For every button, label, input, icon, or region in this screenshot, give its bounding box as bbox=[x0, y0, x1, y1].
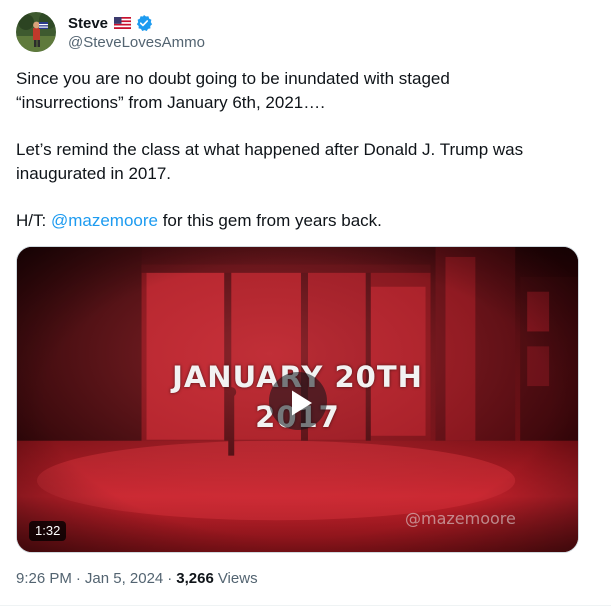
author-name-row: Steve bbox=[68, 13, 153, 33]
video-watermark: @mazemoore bbox=[405, 509, 516, 528]
tweet-card[interactable]: Steve @SteveLovesAmmo Since you are no d… bbox=[0, 0, 611, 607]
tweet-paragraph-3: H/T: @mazemoore for this gem from years … bbox=[16, 209, 591, 233]
play-button[interactable] bbox=[269, 372, 327, 430]
views-label: Views bbox=[217, 570, 258, 587]
tweet-line-3: Let’s remind the class at what happened … bbox=[16, 140, 524, 159]
avatar[interactable] bbox=[16, 12, 56, 52]
tweet-line-1: Since you are no doubt going to be inund… bbox=[16, 69, 450, 88]
tweet-text: Since you are no doubt going to be inund… bbox=[16, 67, 591, 233]
meta-separator: · bbox=[75, 570, 81, 587]
tweet-line-4: inaugurated in 2017. bbox=[16, 164, 172, 183]
ht-prefix: H/T: bbox=[16, 211, 51, 230]
avatar-image bbox=[16, 12, 56, 52]
divider bbox=[0, 605, 611, 606]
tweet-time[interactable]: 9:26 PM bbox=[16, 570, 72, 587]
author-handle[interactable]: @SteveLovesAmmo bbox=[68, 34, 205, 51]
us-flag-icon bbox=[114, 17, 132, 29]
author-display-name[interactable]: Steve bbox=[68, 15, 108, 32]
tweet-paragraph-2: Let’s remind the class at what happened … bbox=[16, 138, 591, 186]
tweet-meta: 9:26 PM · Jan 5, 2024 · 3,266 Views bbox=[16, 570, 258, 587]
tweet-paragraph-1: Since you are no doubt going to be inund… bbox=[16, 67, 591, 115]
views-count: 3,266 bbox=[176, 570, 214, 587]
mention-link[interactable]: @mazemoore bbox=[51, 211, 158, 230]
play-icon bbox=[292, 390, 312, 416]
tweet-line-2: “insurrections” from January 6th, 2021…. bbox=[16, 93, 325, 112]
video-duration-badge: 1:32 bbox=[29, 521, 67, 541]
ht-suffix: for this gem from years back. bbox=[157, 211, 382, 230]
tweet-date[interactable]: Jan 5, 2024 bbox=[85, 570, 163, 587]
verified-badge-icon[interactable] bbox=[135, 14, 153, 32]
video-player[interactable]: JANUARY 20TH 2017 @mazemoore 1:32 bbox=[16, 246, 579, 553]
meta-separator: · bbox=[167, 570, 173, 587]
